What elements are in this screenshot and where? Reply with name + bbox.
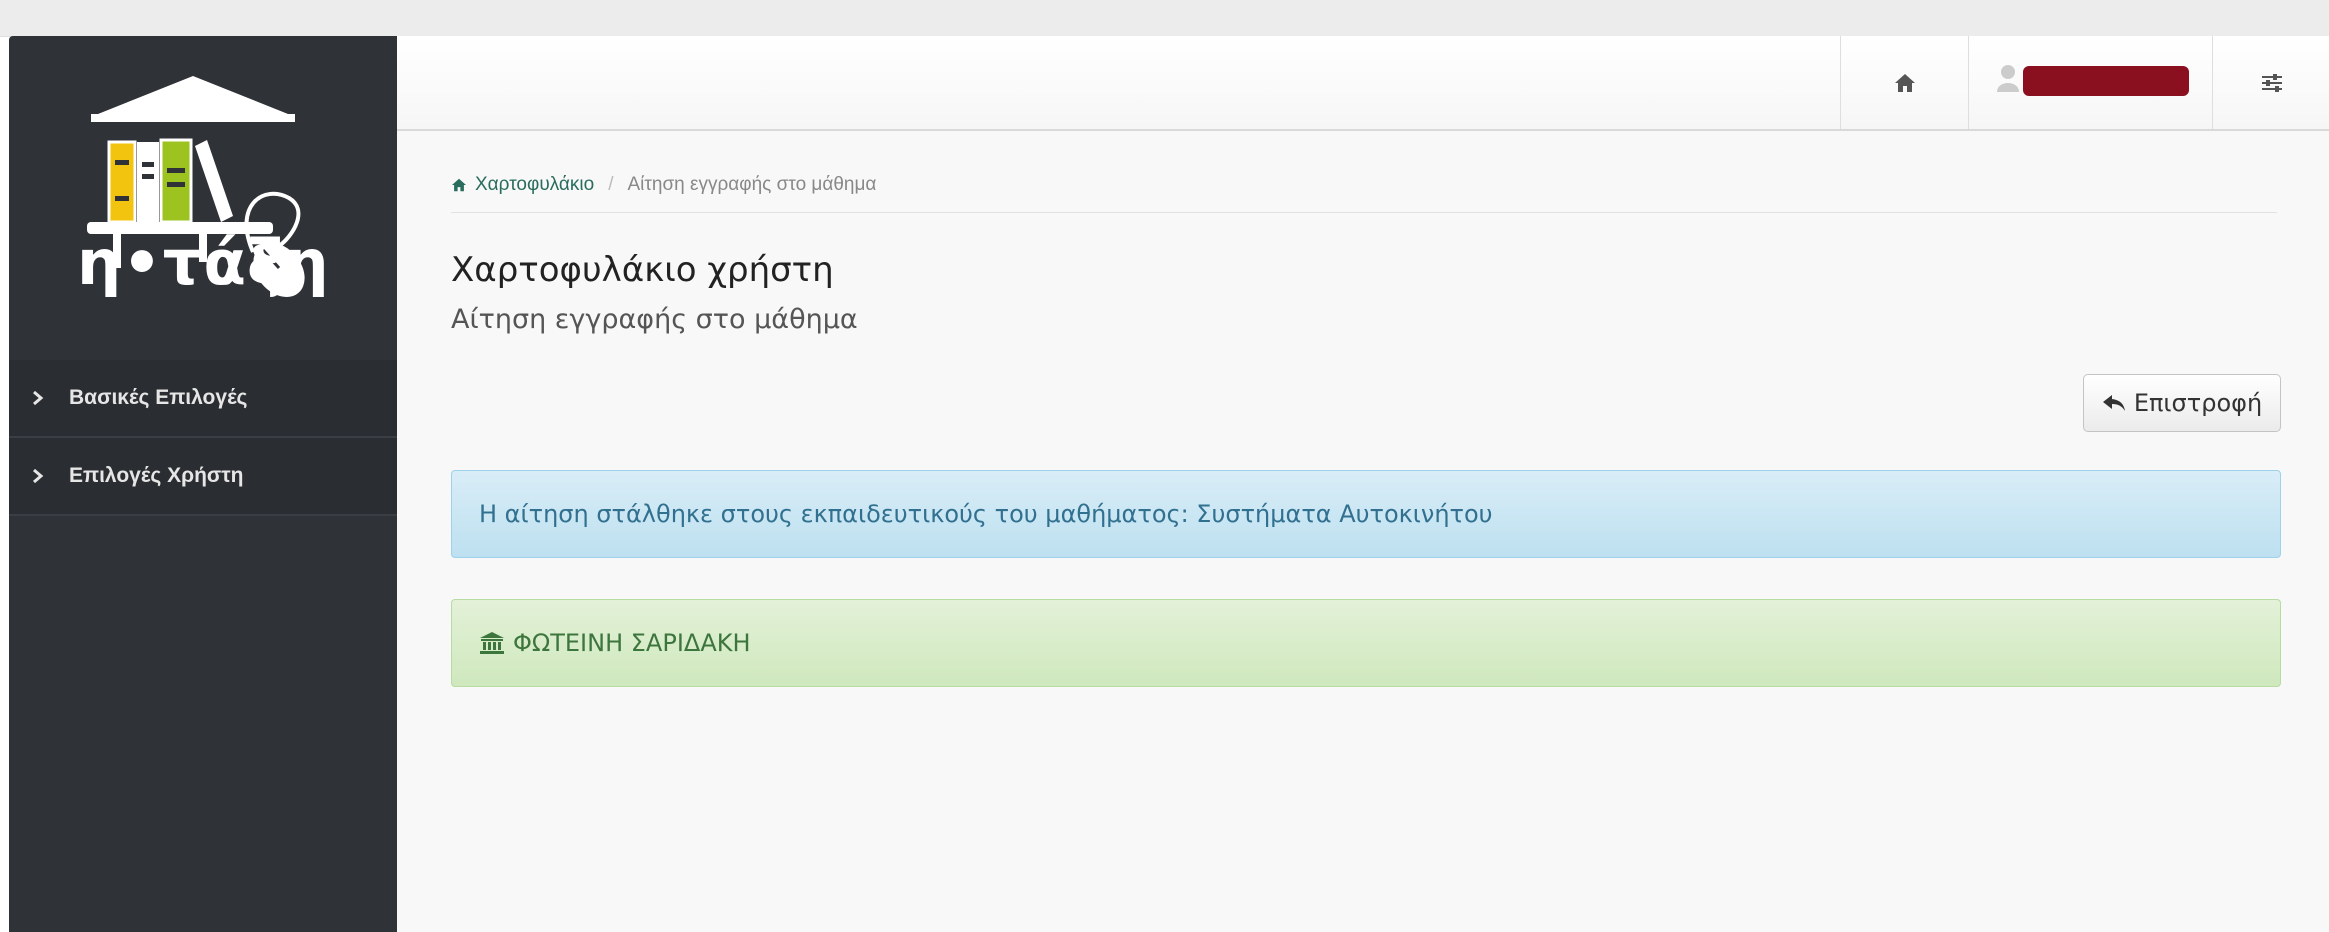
- breadcrumb-home-link[interactable]: Χαρτοφυλάκιο: [451, 174, 594, 196]
- chevron-right-icon: [33, 391, 44, 405]
- home-icon: [1895, 73, 1915, 92]
- user-icon: [1997, 65, 2019, 92]
- info-alert-text: Η αίτηση στάλθηκε στους εκπαιδευτικούς τ…: [479, 500, 1493, 528]
- success-alert-text: ΦΩΤΕΙΝΗ ΣΑΡΙΔΑΚΗ: [513, 629, 751, 657]
- chevron-right-icon: [33, 469, 44, 483]
- breadcrumb-current: Αίτηση εγγραφής στο μάθημα: [627, 174, 877, 195]
- user-name: [2023, 66, 2189, 96]
- sidebar-item-basic-options[interactable]: Βασικές Επιλογές: [9, 360, 397, 438]
- breadcrumb: Χαρτοφυλάκιο / Αίτηση εγγραφής στο μάθημ…: [451, 174, 876, 196]
- home-button[interactable]: [1840, 36, 1969, 129]
- user-menu-button[interactable]: [1968, 36, 2213, 129]
- breadcrumb-separator: /: [608, 174, 614, 195]
- main-content: Χαρτοφυλάκιο / Αίτηση εγγραφής στο μάθημ…: [397, 36, 2329, 932]
- institution-icon: [480, 632, 504, 654]
- settings-button[interactable]: [2212, 36, 2329, 129]
- info-alert: Η αίτηση στάλθηκε στους εκπαιδευτικούς τ…: [451, 470, 2281, 558]
- browser-top-band: [0, 0, 2329, 37]
- success-alert: ΦΩΤΕΙΝΗ ΣΑΡΙΔΑΚΗ: [451, 599, 2281, 687]
- page-title: Χαρτοφυλάκιο χρήστη: [451, 250, 834, 290]
- sidebar-menu: Βασικές Επιλογές Επιλογές Χρήστη: [9, 360, 397, 516]
- sidebar-item-label: Βασικές Επιλογές: [69, 386, 248, 409]
- breadcrumb-home-label: Χαρτοφυλάκιο: [475, 174, 595, 195]
- logo-text: η•τάξη: [77, 226, 330, 299]
- page-subtitle: Αίτηση εγγραφής στο μάθημα: [451, 304, 858, 335]
- sidebar: η•τάξη Βασικές Επιλογές Επιλογές Χρήστη: [9, 36, 397, 932]
- breadcrumb-divider: [451, 212, 2277, 213]
- top-navbar: [397, 36, 2329, 131]
- back-button[interactable]: Επιστροφή: [2083, 374, 2281, 432]
- sidebar-item-label: Επιλογές Χρήστη: [69, 464, 244, 487]
- home-icon: [452, 178, 466, 192]
- reply-icon: [2102, 395, 2125, 411]
- back-button-label: Επιστροφή: [2133, 389, 2263, 417]
- sidebar-item-user-options[interactable]: Επιλογές Χρήστη: [9, 438, 397, 516]
- sliders-icon: [2261, 73, 2282, 92]
- logo[interactable]: η•τάξη: [9, 36, 397, 360]
